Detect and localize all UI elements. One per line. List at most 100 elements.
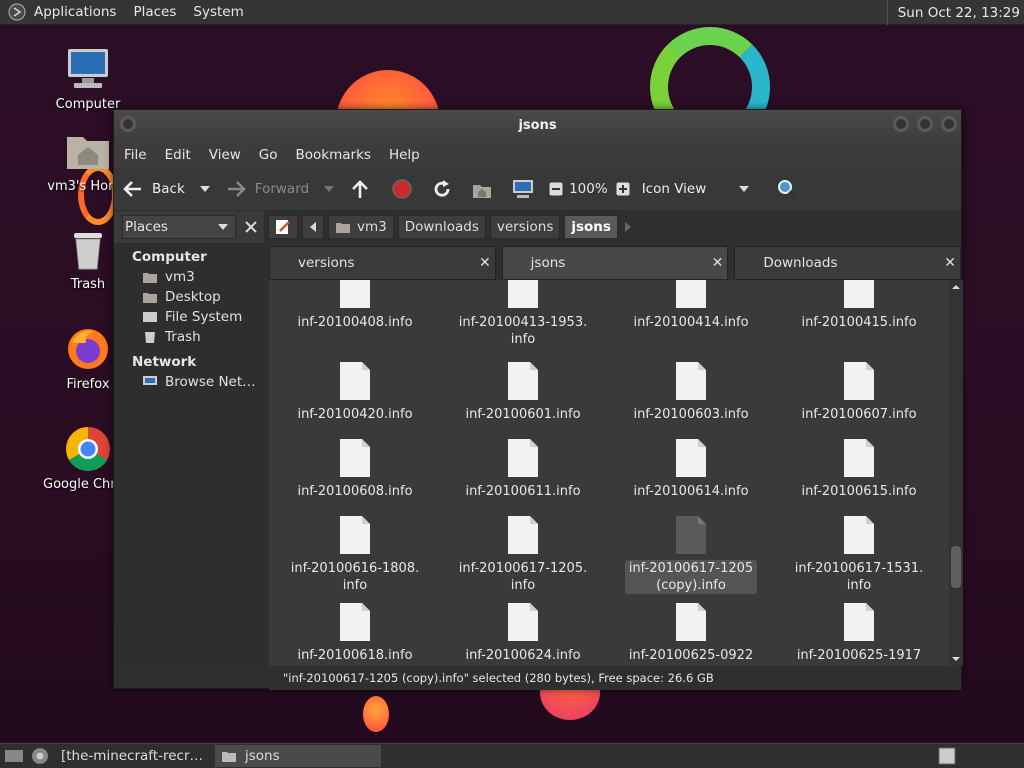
reload-icon[interactable]	[431, 178, 453, 200]
sidebar-item-browse-network[interactable]: Browse Net…	[114, 370, 264, 390]
sidebar-item-label: Browse Net…	[165, 374, 256, 390]
breadcrumb-jsons[interactable]: jsons	[564, 215, 618, 239]
menu-file[interactable]: File	[124, 147, 147, 163]
breadcrumb-label: jsons	[571, 219, 611, 235]
sidebar-item-trash[interactable]: Trash	[114, 325, 264, 345]
breadcrumb-versions[interactable]: versions	[489, 215, 561, 239]
maximize-button[interactable]	[917, 116, 933, 132]
file-item[interactable]: inf-20100615.info	[775, 437, 943, 500]
breadcrumb-downloads[interactable]: Downloads	[397, 215, 486, 239]
file-item[interactable]: inf-20100601.info	[439, 360, 607, 423]
scrollbar[interactable]	[949, 280, 963, 666]
file-item[interactable]: inf-20100408.info	[271, 280, 439, 331]
sidebar-item-desktop[interactable]: Desktop	[114, 285, 264, 305]
tab-label: versions	[298, 255, 355, 271]
network-icon	[143, 376, 157, 385]
menu-view[interactable]: View	[209, 147, 241, 163]
back-button[interactable]: Back	[122, 179, 185, 199]
mate-logo-icon[interactable]	[8, 3, 26, 21]
chevron-right-icon[interactable]	[624, 221, 632, 233]
folder-icon	[222, 752, 236, 762]
show-desktop-icon[interactable]	[3, 747, 25, 765]
zoom-level: 100%	[569, 181, 608, 197]
toggle-location-entry-button[interactable]	[268, 215, 298, 239]
file-name: inf-20100601.info	[465, 407, 581, 422]
window-title: jsons	[518, 118, 557, 133]
scroll-up-arrow-icon[interactable]	[949, 282, 963, 292]
tab-close-icon[interactable]: ✕	[712, 255, 724, 271]
home-icon[interactable]	[471, 179, 493, 199]
task-label: [the-minecraft-recr…	[61, 748, 204, 764]
file-item[interactable]: inf-20100618.info	[271, 601, 439, 664]
forward-button[interactable]: Forward	[225, 179, 309, 199]
menu-help[interactable]: Help	[389, 147, 420, 163]
menu-bookmarks[interactable]: Bookmarks	[296, 147, 371, 163]
status-bar: "inf-20100617-1205 (copy).info" selected…	[269, 666, 961, 690]
desktop-icon-label: Computer	[55, 97, 121, 112]
zoom-in-icon[interactable]	[616, 182, 630, 196]
menubar: File Edit View Go Bookmarks Help	[114, 142, 961, 168]
scroll-down-arrow-icon[interactable]	[949, 654, 963, 664]
file-item[interactable]: inf-20100614.info	[607, 437, 775, 500]
file-icon-view[interactable]: inf-20100408.info inf-20100413-1953. info…	[269, 280, 949, 666]
file-name: inf-20100413-1953. info	[458, 315, 588, 347]
up-icon[interactable]	[349, 178, 371, 200]
breadcrumb-left-arrow[interactable]	[302, 215, 324, 239]
file-item[interactable]: inf-20100420.info	[271, 360, 439, 423]
close-sidebar-icon[interactable]	[244, 220, 258, 234]
task-browser[interactable]: [the-minecraft-recr…	[55, 745, 215, 767]
file-item[interactable]: inf-20100415.info	[775, 280, 943, 331]
tab-close-icon[interactable]: ✕	[479, 255, 491, 271]
tab-close-icon[interactable]: ✕	[944, 255, 956, 271]
clock[interactable]: Sun Oct 22, 13:29	[886, 0, 1024, 25]
task-label: jsons	[245, 748, 280, 764]
file-item[interactable]: inf-20100414.info	[607, 280, 775, 331]
tab-jsons[interactable]: jsons ✕	[501, 246, 729, 280]
file-item[interactable]: inf-20100617-1531. info	[775, 514, 943, 594]
sidebar-item-vm3[interactable]: vm3	[114, 265, 264, 285]
scrollbar-thumb[interactable]	[951, 546, 961, 588]
minimize-button[interactable]	[893, 116, 909, 132]
chrome-icon[interactable]	[31, 747, 49, 765]
back-history-chevron-icon[interactable]	[199, 184, 211, 194]
file-item[interactable]: inf-20100413-1953. info	[439, 280, 607, 348]
computer-icon[interactable]	[511, 178, 535, 200]
file-item[interactable]: inf-20100625-0922	[607, 601, 775, 664]
file-item[interactable]: inf-20100603.info	[607, 360, 775, 423]
menu-applications[interactable]: Applications	[34, 4, 116, 20]
file-item[interactable]: inf-20100607.info	[775, 360, 943, 423]
desktop-icon-computer[interactable]: Computer	[43, 45, 133, 112]
zoom-out-icon[interactable]	[549, 182, 563, 196]
sidebar-item-file-system[interactable]: File System	[114, 305, 264, 325]
file-item[interactable]: inf-20100625-1917	[775, 601, 943, 664]
stop-icon[interactable]	[391, 178, 413, 200]
file-item[interactable]: inf-20100608.info	[271, 437, 439, 500]
task-jsons[interactable]: jsons	[215, 745, 381, 767]
breadcrumb-vm3[interactable]: vm3	[328, 215, 394, 239]
menu-places[interactable]: Places	[133, 4, 176, 20]
window-titlebar[interactable]: jsons	[114, 110, 961, 142]
file-name: inf-20100415.info	[801, 315, 917, 330]
menu-edit[interactable]: Edit	[165, 147, 191, 163]
search-icon[interactable]	[776, 178, 798, 200]
file-item[interactable]: inf-20100616-1808. info	[271, 514, 439, 594]
tab-label: Downloads	[763, 255, 838, 271]
close-button[interactable]	[941, 116, 957, 132]
file-item[interactable]: inf-20100617-1205 (copy).info	[607, 514, 775, 594]
tab-downloads[interactable]: Downloads ✕	[734, 246, 962, 280]
menu-go[interactable]: Go	[259, 147, 278, 163]
file-name: inf-20100615.info	[801, 484, 917, 499]
file-name: inf-20100618.info	[297, 648, 413, 663]
trash-icon	[145, 332, 155, 343]
view-mode-select[interactable]: Icon View	[642, 181, 758, 197]
window-menu-button[interactable]	[120, 116, 136, 132]
file-item[interactable]: inf-20100611.info	[439, 437, 607, 500]
file-item[interactable]: inf-20100624.info	[439, 601, 607, 664]
sidebar-item-label: vm3	[165, 269, 195, 285]
menu-system[interactable]: System	[193, 4, 243, 20]
file-item[interactable]: inf-20100617-1205. info	[439, 514, 607, 594]
tab-versions[interactable]: versions ✕	[269, 246, 496, 280]
sidebar-type-select[interactable]: Places	[122, 215, 236, 239]
forward-history-chevron-icon[interactable]	[323, 184, 335, 194]
workspace-switcher-icon[interactable]	[938, 747, 956, 765]
